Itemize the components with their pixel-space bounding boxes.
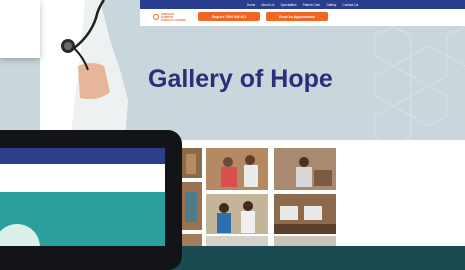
gallery-photo-7[interactable] (206, 236, 268, 246)
gallery-photo-9[interactable] (182, 234, 202, 246)
book-appointment-button[interactable]: Book An Appointment (266, 12, 328, 21)
gallery-photo-8[interactable] (274, 236, 336, 246)
nav-contact[interactable]: Contact Us (342, 3, 358, 7)
nav-home[interactable]: Home (247, 3, 256, 7)
gallery-photo-1[interactable] (182, 148, 202, 178)
logo-icon (153, 14, 159, 20)
nav-gallery[interactable]: Gallery (326, 3, 336, 7)
doctor-image (40, 0, 140, 140)
nav-specialities[interactable]: Specialities (280, 3, 296, 7)
nav-about[interactable]: About Us (261, 3, 274, 7)
page-title: Gallery of Hope (148, 65, 333, 93)
gallery-photo-4[interactable] (182, 182, 202, 230)
hospital-logo[interactable]: SHEKHAR HOSPITAL SURGICAL CENTRE (153, 12, 187, 22)
site-navigation: Home About Us Specialities Patient Care … (140, 0, 465, 9)
logo-text: SHEKHAR HOSPITAL SURGICAL CENTRE (161, 13, 187, 22)
gallery-photo-2[interactable] (206, 148, 268, 190)
white-card (0, 0, 40, 58)
hexagon-pattern (374, 26, 465, 140)
logo-line-2: SURGICAL CENTRE (160, 18, 186, 22)
tablet-nav-bar (0, 148, 165, 164)
tablet-screen (0, 148, 165, 246)
gallery-photo-6[interactable] (274, 194, 336, 234)
gallery-photo-5[interactable] (206, 194, 268, 234)
gallery-photo-3[interactable] (274, 148, 336, 190)
enquire-call-button[interactable]: Enquire 7000 000 401 (198, 12, 260, 21)
nav-patient-care[interactable]: Patient Care (303, 3, 321, 7)
